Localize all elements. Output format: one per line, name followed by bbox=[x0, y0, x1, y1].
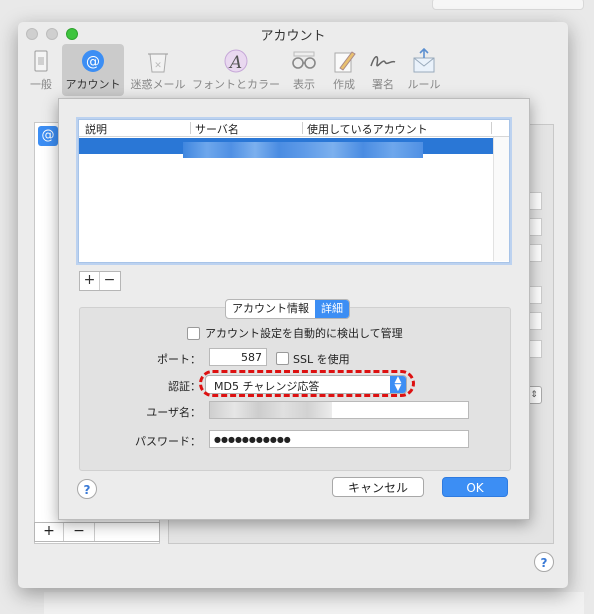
accounts-list-selected-icon[interactable]: @ bbox=[38, 126, 58, 146]
username-field[interactable] bbox=[209, 401, 469, 419]
settings-tab-control: アカウント情報 詳細 bbox=[225, 299, 350, 319]
toolbar-item-composing[interactable]: 作成 bbox=[326, 44, 362, 96]
port-label: ポート： bbox=[157, 353, 201, 366]
svg-text:A: A bbox=[228, 53, 242, 73]
switch-icon bbox=[34, 50, 48, 72]
table-header: 説明 サーバ名 使用しているアカウント bbox=[79, 120, 509, 137]
font-icon: A bbox=[224, 49, 248, 73]
background-field-1 bbox=[528, 192, 542, 210]
at-icon: @ bbox=[82, 50, 104, 72]
toolbar-label-general: 一般 bbox=[30, 78, 52, 91]
redacted-account-name bbox=[303, 142, 423, 158]
ssl-label: SSL を使用 bbox=[293, 353, 350, 366]
column-header-description[interactable]: 説明 bbox=[85, 121, 107, 137]
toolbar-item-viewing[interactable]: 表示 bbox=[284, 44, 324, 96]
toolbar-label-rules: ルール bbox=[407, 78, 441, 91]
toolbar-item-junk[interactable]: ✕ 迷惑メール bbox=[128, 44, 188, 96]
toolbar-label-viewing: 表示 bbox=[293, 78, 315, 91]
port-field[interactable]: 587 bbox=[209, 348, 267, 366]
toolbar-label-composing: 作成 bbox=[333, 78, 355, 91]
tab-account-info[interactable]: アカウント情報 bbox=[226, 300, 315, 318]
remove-account-button[interactable]: − bbox=[64, 523, 95, 541]
smtp-server-sheet: 説明 サーバ名 使用しているアカウント + − アカウント情報 詳細 アカウント設… bbox=[58, 98, 530, 520]
background-field-5 bbox=[528, 312, 542, 330]
toolbar-item-general[interactable]: 一般 bbox=[24, 44, 58, 96]
background-field-3 bbox=[528, 244, 542, 262]
server-add-remove-control: + − bbox=[79, 271, 121, 291]
password-label: パスワード： bbox=[135, 435, 201, 448]
account-add-remove-control: + − bbox=[34, 522, 160, 542]
table-row-selected[interactable] bbox=[79, 138, 493, 158]
background-field-2 bbox=[528, 218, 542, 236]
preferences-toolbar: 一般 @ アカウント ✕ 迷惑メール A フォントとカラー 表示 作成 署名 ル… bbox=[18, 44, 568, 96]
background-field-6 bbox=[528, 340, 542, 358]
toolbar-label-junk: 迷惑メール bbox=[130, 78, 186, 91]
background-window-edge bbox=[432, 0, 584, 10]
cancel-button[interactable]: キャンセル bbox=[332, 477, 424, 497]
window-title: アカウント bbox=[260, 29, 326, 44]
table-scroll-track[interactable] bbox=[493, 137, 509, 261]
column-divider bbox=[491, 122, 492, 134]
toolbar-item-signatures[interactable]: 署名 bbox=[364, 44, 402, 96]
column-header-server[interactable]: サーバ名 bbox=[195, 121, 239, 137]
column-divider bbox=[302, 122, 303, 134]
add-server-button[interactable]: + bbox=[80, 272, 100, 290]
toolbar-item-accounts[interactable]: @ アカウント bbox=[62, 44, 124, 96]
pencil-icon bbox=[334, 51, 356, 73]
svg-text:@: @ bbox=[86, 54, 100, 70]
toolbar-item-fonts[interactable]: A フォントとカラー bbox=[190, 44, 282, 96]
column-header-account-in-use[interactable]: 使用しているアカウント bbox=[307, 121, 428, 137]
rules-icon bbox=[413, 48, 435, 73]
ssl-checkbox[interactable] bbox=[276, 352, 289, 365]
redacted-username bbox=[210, 402, 332, 418]
tab-advanced[interactable]: 詳細 bbox=[315, 300, 349, 318]
background-field-4 bbox=[528, 286, 542, 304]
glasses-icon bbox=[292, 51, 316, 69]
username-label: ユーザ名： bbox=[146, 406, 201, 419]
password-field[interactable]: ●●●●●●●●●●● bbox=[209, 430, 469, 448]
add-account-button[interactable]: + bbox=[35, 523, 64, 541]
auth-label: 認証： bbox=[168, 380, 201, 393]
toolbar-label-fonts: フォントとカラー bbox=[192, 78, 280, 91]
window-help-button[interactable]: ? bbox=[534, 552, 554, 572]
auto-detect-label: アカウント設定を自動的に検出して管理 bbox=[205, 327, 403, 340]
highlight-annotation bbox=[199, 370, 415, 397]
redacted-server-name bbox=[183, 142, 303, 158]
smtp-server-table: 説明 サーバ名 使用しているアカウント bbox=[78, 119, 510, 263]
sheet-help-button[interactable]: ? bbox=[77, 479, 97, 499]
title-bar[interactable]: アカウント bbox=[18, 22, 568, 44]
column-divider bbox=[190, 122, 191, 134]
signature-icon bbox=[370, 56, 396, 67]
svg-text:✕: ✕ bbox=[154, 61, 162, 71]
background-window-bottom bbox=[44, 592, 584, 614]
auto-detect-checkbox[interactable] bbox=[187, 327, 200, 340]
remove-server-button[interactable]: − bbox=[100, 272, 119, 290]
trash-icon: ✕ bbox=[148, 53, 168, 73]
toolbar-label-accounts: アカウント bbox=[65, 78, 121, 91]
toolbar-label-signatures: 署名 bbox=[372, 78, 394, 91]
toolbar-item-rules[interactable]: ルール bbox=[404, 44, 444, 96]
ok-button[interactable]: OK bbox=[442, 477, 508, 497]
